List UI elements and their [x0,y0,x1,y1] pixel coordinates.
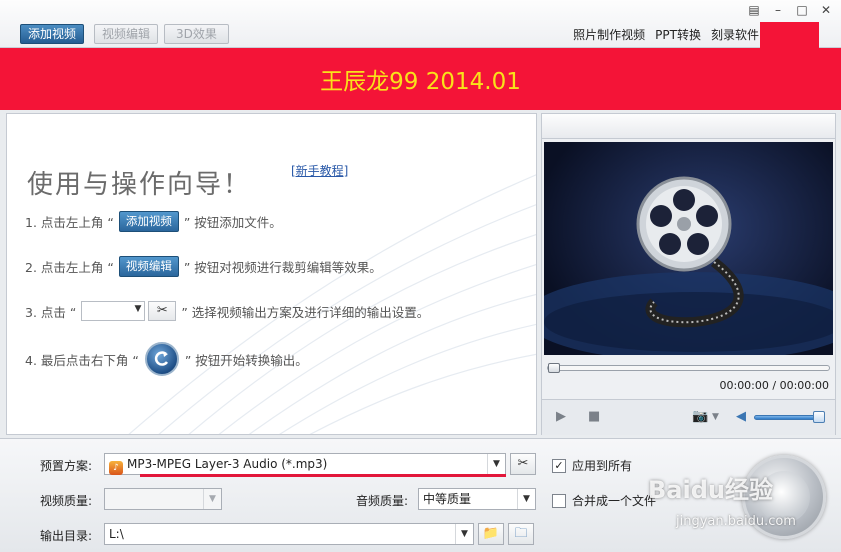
output-dir-select[interactable]: L:\ ▼ [104,523,474,545]
checkbox-checked-icon: ✓ [552,458,566,473]
step-3-suffix: ” 选择视频输出方案及进行详细的输出设置。 [181,304,430,320]
step-4-prefix: 4. 最后点击右下角 “ [25,352,139,368]
merge-label: 合并成一个文件 [572,494,657,508]
audio-quality-label: 音频质量: [356,494,409,508]
step-1-suffix: ” 按钮添加文件。 [183,215,282,230]
preset-select[interactable]: ♪ MP3-MPEG Layer-3 Audio (*.mp3) ▼ [104,453,506,475]
preview-player: 00:00:00 / 00:00:00 ▶ ■ 📷 ▼ ◀ [541,113,836,435]
window-controls: ▤ – □ ✕ [747,3,833,17]
maximize-icon[interactable]: □ [795,3,809,17]
chevron-down-icon: ▼ [203,489,221,509]
step-2-prefix: 2. 点击左上角 “ [25,260,114,275]
chevron-down-icon: ▼ [487,454,505,474]
video-quality-select[interactable]: ▼ [104,488,222,510]
merge-checkbox[interactable]: 合并成一个文件 [552,492,656,509]
burn-software-link[interactable]: 刻录软件 [711,26,759,43]
time-display: 00:00:00 / 00:00:00 [719,379,829,392]
open-folder-button[interactable]: 🗀 [508,523,534,545]
preset-value: MP3-MPEG Layer-3 Audio (*.mp3) [127,457,328,471]
step-2-suffix: ” 按钮对视频进行裁剪编辑等效果。 [183,260,382,275]
watermark-logo: Baidu经验 [648,476,773,504]
watermark-url: jingyan.baidu.com [676,514,796,529]
guide-step-2: 2. 点击左上角 “ 视频编辑 ” 按钮对视频进行裁剪编辑等效果。 [25,256,382,277]
step-3-preset-combo [81,301,146,321]
tutorial-link[interactable]: [新手教程] [291,162,348,179]
chevron-down-icon: ▼ [455,524,473,544]
red-tab [760,22,819,48]
guide-title: 使用与操作向导！ [27,170,252,200]
minimize-icon[interactable]: – [771,3,785,17]
video-preview [544,142,833,355]
play-icon[interactable]: ▶ [556,409,566,424]
banner-title: 王辰龙99 2014.01 [320,69,521,95]
highlight-underline [140,474,506,477]
guide-step-4: 4. 最后点击右下角 “ ” 按钮开始转换输出。 [25,342,308,376]
volume-icon[interactable]: ◀ [736,409,746,424]
stop-icon[interactable]: ■ [588,409,600,424]
apply-all-label: 应用到所有 [572,459,633,473]
menu-icon[interactable]: ▤ [747,3,761,17]
guide-panel: 使用与操作向导！ [新手教程] 1. 点击左上角 “ 添加视频 ” 按钮添加文件… [6,113,537,435]
step-4-suffix: ” 按钮开始转换输出。 [184,352,308,368]
preset-settings-button[interactable]: ✂ [510,453,536,475]
film-reel-icon [544,176,833,355]
output-dir-value: L:\ [109,527,124,541]
add-video-button[interactable]: 添加视频 [20,24,85,44]
audio-quality-value: 中等质量 [423,492,472,506]
preset-label: 预置方案: [40,459,93,473]
step-1-add-video-button: 添加视频 [118,211,179,232]
video-quality-label: 视频质量: [40,494,93,508]
video-edit-button[interactable]: 视频编辑 [94,24,159,44]
volume-slider[interactable] [754,411,825,423]
output-dir-label: 输出目录: [40,529,93,543]
top-toolbar: 添加视频 视频编辑 3D效果 照片制作视频 PPT转换 刻录软件 ▤ – □ ✕ [0,0,841,48]
close-icon[interactable]: ✕ [819,3,833,17]
step-4-convert-icon [144,342,179,376]
audio-quality-select[interactable]: 中等质量 ▼ [418,488,536,510]
step-3-settings-icon: ✂ [148,301,177,321]
red-banner: 王辰龙99 2014.01 [0,48,841,110]
volume-thumb[interactable] [813,411,825,423]
checkbox-unchecked-icon [552,493,566,508]
ppt-convert-link[interactable]: PPT转换 [655,26,701,43]
guide-step-3: 3. 点击 “ ✂ ” 选择视频输出方案及进行详细的输出设置。 [25,301,429,321]
apply-all-checkbox[interactable]: ✓ 应用到所有 [552,457,632,474]
seek-thumb[interactable] [548,363,560,373]
snapshot-dropdown-icon[interactable]: ▼ [712,412,719,422]
snapshot-icon[interactable]: 📷 [692,409,708,424]
player-header [542,114,835,139]
step-3-prefix: 3. 点击 “ [25,304,77,320]
step-1-prefix: 1. 点击左上角 “ [25,215,114,230]
mp3-file-icon: ♪ [109,461,123,475]
browse-folder-button[interactable]: 📁 [478,523,504,545]
guide-step-1: 1. 点击左上角 “ 添加视频 ” 按钮添加文件。 [25,211,282,232]
top-links: 照片制作视频 PPT转换 刻录软件 [573,26,759,43]
photo-to-video-link[interactable]: 照片制作视频 [573,26,645,43]
chevron-down-icon: ▼ [517,489,535,509]
seek-bar[interactable] [547,363,830,373]
player-controls: ▶ ■ 📷 ▼ ◀ [542,399,835,435]
step-2-video-edit-button: 视频编辑 [118,256,179,277]
3d-effect-button[interactable]: 3D效果 [164,24,229,44]
